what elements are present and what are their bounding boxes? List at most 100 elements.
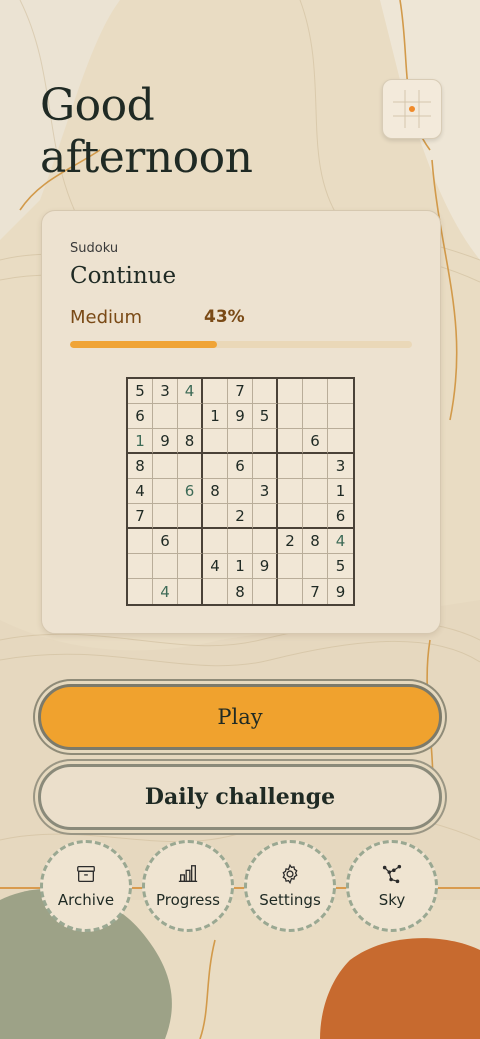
sudoku-cell: 8 xyxy=(178,429,203,454)
sudoku-cell xyxy=(178,454,203,479)
sudoku-cell xyxy=(228,429,253,454)
difficulty-label: Medium xyxy=(70,307,142,328)
sudoku-cell: 4 xyxy=(153,579,178,604)
sudoku-cell xyxy=(203,504,228,529)
sudoku-cell xyxy=(278,404,303,429)
sudoku-cell: 6 xyxy=(128,404,153,429)
gear-icon xyxy=(282,863,298,885)
sudoku-cell xyxy=(303,404,328,429)
sudoku-cell xyxy=(303,504,328,529)
constellation-icon xyxy=(382,864,402,884)
sudoku-cell xyxy=(203,529,228,554)
sudoku-cell xyxy=(303,479,328,504)
sudoku-cell xyxy=(253,504,278,529)
sudoku-cell xyxy=(153,479,178,504)
sudoku-cell: 4 xyxy=(178,379,203,404)
sudoku-cell xyxy=(328,429,353,454)
sudoku-cell: 4 xyxy=(128,479,153,504)
sudoku-cell xyxy=(278,429,303,454)
sudoku-cell: 6 xyxy=(153,529,178,554)
sudoku-cell xyxy=(228,479,253,504)
sudoku-cell xyxy=(253,429,278,454)
sudoku-cell: 7 xyxy=(303,579,328,604)
play-button[interactable]: Play xyxy=(38,684,442,750)
sudoku-cell xyxy=(328,379,353,404)
sudoku-cell xyxy=(278,554,303,579)
sudoku-cell: 2 xyxy=(278,529,303,554)
sudoku-cell: 1 xyxy=(128,429,153,454)
sudoku-cell xyxy=(303,554,328,579)
nav-label: Sky xyxy=(378,891,406,909)
sudoku-cell xyxy=(253,379,278,404)
sudoku-cell xyxy=(253,454,278,479)
sudoku-cell: 9 xyxy=(253,554,278,579)
daily-challenge-button[interactable]: Daily challenge xyxy=(38,764,442,830)
sudoku-cell xyxy=(153,504,178,529)
sudoku-cell xyxy=(203,579,228,604)
sudoku-cell xyxy=(203,429,228,454)
sudoku-cell xyxy=(128,579,153,604)
sudoku-cell: 6 xyxy=(328,504,353,529)
archive-icon xyxy=(77,866,95,882)
sudoku-cell xyxy=(178,504,203,529)
sudoku-cell xyxy=(203,379,228,404)
sudoku-cell xyxy=(303,379,328,404)
sudoku-cell: 1 xyxy=(328,479,353,504)
nav-label: Archive xyxy=(57,891,115,909)
sudoku-cell: 9 xyxy=(153,429,178,454)
nav-label: Progress xyxy=(155,891,220,909)
sudoku-cell: 4 xyxy=(203,554,228,579)
continue-title: Continue xyxy=(70,263,177,289)
sudoku-cell: 9 xyxy=(335,582,346,601)
sudoku-cell xyxy=(153,404,178,429)
sudoku-cell xyxy=(228,529,253,554)
nav-label: Settings xyxy=(259,891,321,909)
sudoku-cell: 3 xyxy=(153,379,178,404)
sudoku-cell: 8 xyxy=(128,454,153,479)
continue-card[interactable]: Sudoku Continue Medium 43% 5347619519868… xyxy=(41,210,441,634)
nav-sky[interactable]: Sky xyxy=(346,840,438,932)
sudoku-cell xyxy=(278,379,303,404)
sudoku-cell: 3 xyxy=(328,454,353,479)
sudoku-preview: 53476195198686346831726628441954879 xyxy=(126,377,355,606)
sudoku-cell xyxy=(178,579,203,604)
sudoku-cell: 6 xyxy=(178,479,203,504)
sudoku-cell: 6 xyxy=(303,429,328,454)
sudoku-cell xyxy=(278,504,303,529)
sudoku-cell xyxy=(128,529,153,554)
sudoku-cell: 3 xyxy=(253,479,278,504)
sudoku-cell xyxy=(153,454,178,479)
nav-archive[interactable]: Archive xyxy=(40,840,132,932)
sudoku-cell xyxy=(253,579,278,604)
sudoku-cell xyxy=(153,554,178,579)
sudoku-cell xyxy=(178,404,203,429)
sudoku-cell: 8 xyxy=(203,479,228,504)
sudoku-cell: 1 xyxy=(203,404,228,429)
sudoku-cell xyxy=(278,454,303,479)
sudoku-cell xyxy=(278,479,303,504)
sudoku-cell: 8 xyxy=(303,529,328,554)
bottom-nav: Archive Progress Settings Sky xyxy=(40,840,440,936)
mini-grid-icon xyxy=(393,90,431,128)
greeting-title: Good afternoon xyxy=(40,80,253,183)
sudoku-cell: 5 xyxy=(328,554,353,579)
nav-settings[interactable]: Settings xyxy=(244,840,336,932)
sudoku-cell: 7 xyxy=(128,504,153,529)
sudoku-cell xyxy=(128,554,153,579)
sudoku-cell xyxy=(328,404,353,429)
puzzle-grid-button[interactable] xyxy=(382,79,442,139)
nav-progress[interactable]: Progress xyxy=(142,840,234,932)
card-kicker: Sudoku xyxy=(70,241,119,256)
progress-fill xyxy=(70,341,218,348)
progress-bar xyxy=(70,341,412,348)
bar-chart-icon xyxy=(178,865,198,882)
sudoku-cell: 4 xyxy=(328,529,353,554)
sudoku-cell: 6 xyxy=(228,454,253,479)
sudoku-cell: 7 xyxy=(228,379,253,404)
sudoku-cell: 5 xyxy=(128,379,153,404)
sudoku-cell xyxy=(178,529,203,554)
sudoku-cell xyxy=(253,529,278,554)
sudoku-cell xyxy=(203,454,228,479)
sudoku-cell: 1 xyxy=(228,554,253,579)
sudoku-cell xyxy=(178,554,203,579)
